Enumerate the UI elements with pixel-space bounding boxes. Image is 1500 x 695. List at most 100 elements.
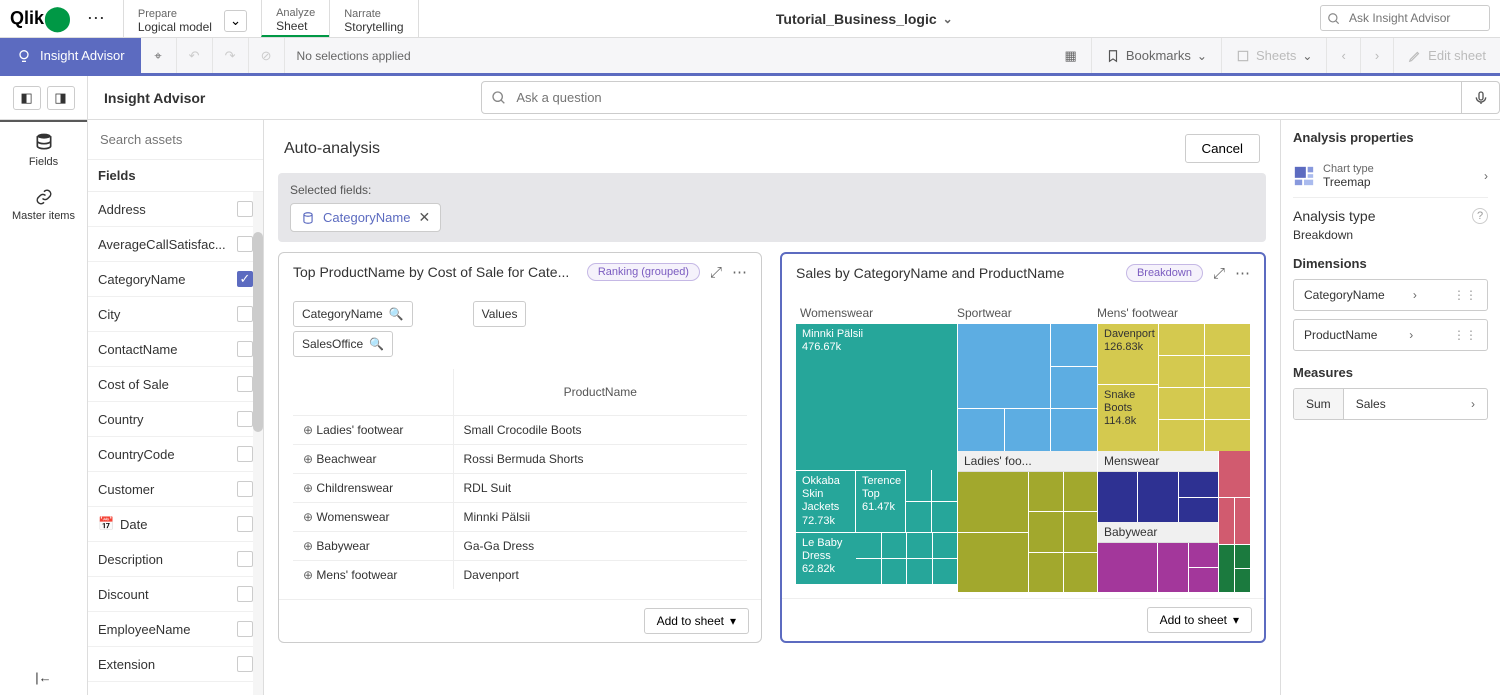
left-panel-toggle[interactable]: ◧ [13, 86, 41, 110]
step-forward-icon[interactable]: ↷ [213, 38, 249, 73]
field-checkbox[interactable] [237, 306, 253, 322]
bookmarks-button[interactable]: Bookmarks⌄ [1091, 38, 1221, 73]
field-checkbox[interactable] [237, 376, 253, 392]
field-item[interactable]: Cost of Sale [88, 367, 263, 402]
sheets-button[interactable]: Sheets⌄ [1221, 38, 1327, 73]
table-row[interactable]: ⊕ ChildrenswearRDL Suit [293, 474, 747, 503]
table-row[interactable]: ⊕ Ladies' footwearSmall Crocodile Boots [293, 416, 747, 445]
field-item[interactable]: Extension [88, 647, 263, 682]
expand-row-icon[interactable]: ⊕ [303, 568, 313, 582]
nav-analyze[interactable]: Analyze Sheet [261, 0, 329, 37]
expand-icon[interactable]: ⤢ [1213, 265, 1225, 282]
right-panel-toggle[interactable]: ◨ [47, 86, 75, 110]
prev-sheet-icon[interactable]: ‹ [1326, 38, 1359, 73]
analysis-type-label: Analysis type [1293, 208, 1472, 224]
link-icon [35, 188, 53, 206]
field-checkbox[interactable] [237, 586, 253, 602]
selected-field-chip[interactable]: CategoryName ✕ [290, 203, 441, 232]
rail-master-items[interactable]: Master items [0, 178, 87, 232]
dim-chip-category[interactable]: CategoryName 🔍 [293, 301, 413, 327]
field-checkbox[interactable] [237, 656, 253, 672]
dim-chip-salesoffice[interactable]: SalesOffice 🔍 [293, 331, 393, 357]
field-item[interactable]: Country [88, 402, 263, 437]
qlik-logo: Qlik⬤ [10, 4, 71, 33]
expand-row-icon[interactable]: ⊕ [303, 510, 313, 524]
table-row[interactable]: ⊕ Mens' footwearDavenport [293, 561, 747, 590]
rail-collapse-icon[interactable]: |← [25, 660, 61, 695]
field-checkbox[interactable] [237, 236, 253, 252]
analysis-properties-panel: Analysis properties Chart type Treemap ›… [1280, 120, 1500, 695]
field-item[interactable]: Description [88, 542, 263, 577]
smart-search-icon[interactable]: ⌖ [141, 38, 177, 73]
field-checkbox[interactable] [237, 481, 253, 497]
field-checkbox[interactable] [237, 621, 253, 637]
step-back-icon[interactable]: ↶ [177, 38, 213, 73]
nav-narrate[interactable]: Narrate Storytelling [329, 0, 418, 37]
next-sheet-icon[interactable]: › [1360, 38, 1393, 73]
dimension-categoryname[interactable]: CategoryName›⋮⋮ [1293, 279, 1488, 311]
add-to-sheet-button[interactable]: Add to sheet ▾ [644, 608, 749, 634]
insight-advisor-button[interactable]: Insight Advisor [0, 38, 141, 73]
rail-fields[interactable]: Fields [0, 120, 87, 178]
aggregation-sum[interactable]: Sum [1294, 389, 1344, 419]
field-item[interactable]: 📅Date [88, 507, 263, 542]
chart-type-row[interactable]: Chart type Treemap › [1293, 155, 1488, 198]
cancel-button[interactable]: Cancel [1185, 134, 1261, 163]
field-checkbox[interactable] [237, 516, 253, 532]
content-area: Auto-analysis Cancel Selected fields: Ca… [264, 120, 1280, 695]
bulb-icon [16, 48, 32, 64]
field-item[interactable]: Discount [88, 577, 263, 612]
field-item[interactable]: Address [88, 192, 263, 227]
expand-row-icon[interactable]: ⊕ [303, 481, 313, 495]
ranking-card: Top ProductName by Cost of Sale for Cate… [278, 252, 762, 643]
bookmark-icon [1106, 49, 1120, 63]
measure-sales[interactable]: Sales› [1344, 389, 1487, 419]
table-row[interactable]: ⊕ BeachwearRossi Bermuda Shorts [293, 445, 747, 474]
search-assets-input[interactable] [96, 128, 255, 151]
field-checkbox[interactable] [237, 411, 253, 427]
edit-sheet-button[interactable]: Edit sheet [1393, 38, 1500, 73]
expand-row-icon[interactable]: ⊕ [303, 423, 313, 437]
microphone-icon [1473, 90, 1489, 106]
clear-selections-icon[interactable]: ⊘ [249, 38, 285, 73]
field-item[interactable]: CountryCode [88, 437, 263, 472]
field-item[interactable]: City [88, 297, 263, 332]
table-row[interactable]: ⊕ BabywearGa-Ga Dress [293, 532, 747, 561]
field-checkbox[interactable] [237, 551, 253, 567]
microphone-button[interactable] [1462, 81, 1500, 114]
field-item[interactable]: EmployeeName [88, 612, 263, 647]
field-item[interactable]: Customer [88, 472, 263, 507]
treemap-viz[interactable]: Minnki Pälsii 476.67k Okkaba Skin Jacket… [796, 324, 1250, 592]
insight-search-input[interactable] [1320, 5, 1490, 31]
nav-prepare[interactable]: Prepare Logical model ⌄ [123, 0, 261, 37]
treemap-cat-mensfootwear: Mens' footwear [1097, 306, 1178, 320]
field-item[interactable]: AverageCallSatisfac... [88, 227, 263, 262]
selections-toolbar: Insight Advisor ⌖ ↶ ↷ ⊘ No selections ap… [0, 38, 1500, 76]
values-chip[interactable]: Values [473, 301, 527, 327]
card-menu-icon[interactable]: ⋯ [732, 263, 747, 281]
field-item[interactable]: CategoryName✓ [88, 262, 263, 297]
ask-question-input[interactable] [481, 81, 1462, 114]
field-item[interactable]: ContactName [88, 332, 263, 367]
app-menu-icon[interactable]: ⋯ [79, 8, 113, 29]
dimension-productname[interactable]: ProductName›⋮⋮ [1293, 319, 1488, 351]
prepare-dropdown-icon[interactable]: ⌄ [224, 10, 247, 32]
add-to-sheet-button[interactable]: Add to sheet ▾ [1147, 607, 1252, 633]
expand-row-icon[interactable]: ⊕ [303, 539, 313, 553]
measure-selector[interactable]: Sum Sales› [1293, 388, 1488, 420]
field-checkbox[interactable] [237, 446, 253, 462]
table-row[interactable]: ⊕ WomenswearMinnki Pälsii [293, 503, 747, 532]
pencil-icon [1408, 49, 1422, 63]
field-checkbox[interactable] [237, 201, 253, 217]
card-menu-icon[interactable]: ⋯ [1235, 264, 1250, 282]
remove-chip-icon[interactable]: ✕ [418, 209, 430, 226]
expand-row-icon[interactable]: ⊕ [303, 452, 313, 466]
help-icon[interactable]: ? [1472, 208, 1488, 224]
app-title[interactable]: Tutorial_Business_logic⌄ [419, 0, 1310, 37]
scrollbar-thumb[interactable] [253, 232, 263, 432]
field-checkbox[interactable]: ✓ [237, 271, 253, 287]
field-checkbox[interactable] [237, 341, 253, 357]
treemap-cat-menswear: Menswear [1098, 451, 1218, 472]
selections-tool-icon[interactable]: ▦ [1051, 38, 1091, 73]
expand-icon[interactable]: ⤢ [710, 264, 722, 281]
